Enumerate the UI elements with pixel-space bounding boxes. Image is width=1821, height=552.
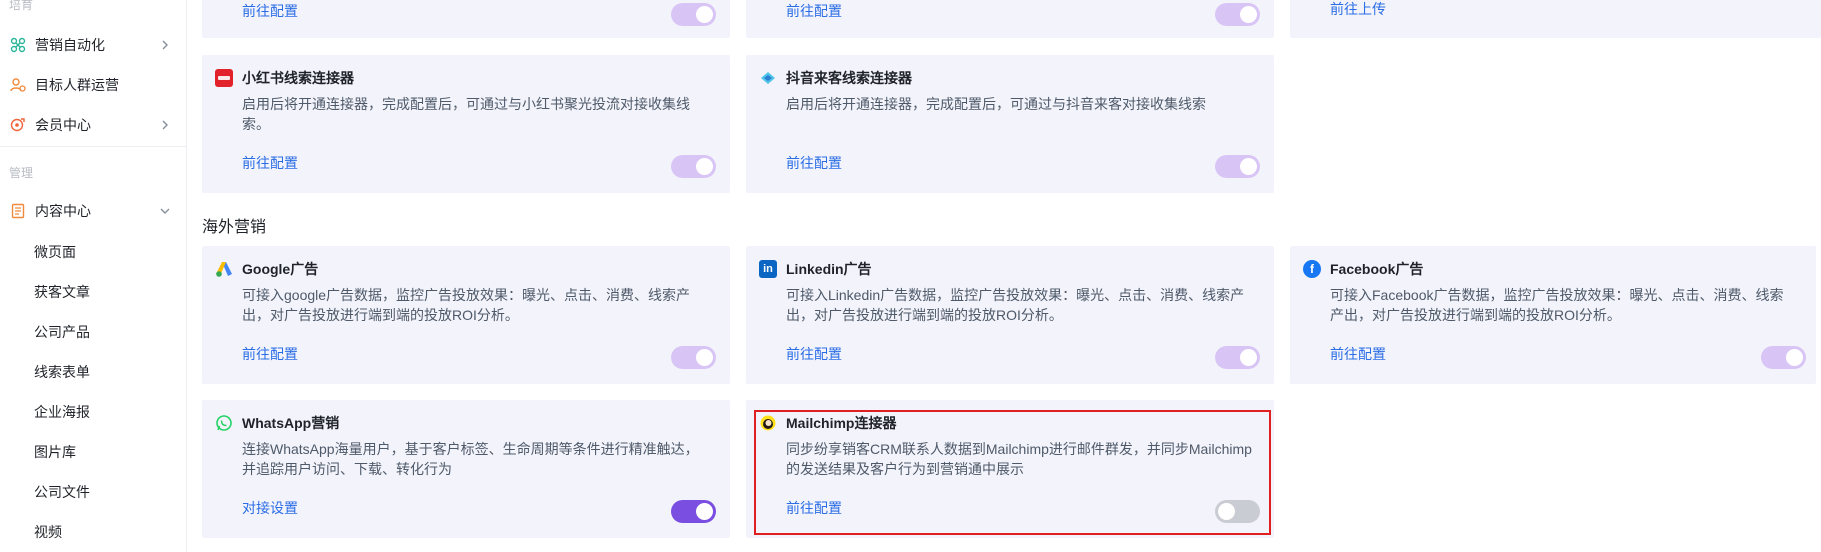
- card-douyin: 抖音来客线索连接器 启用后将开通连接器，完成配置后，可通过与抖音来客对接收集线索…: [746, 55, 1274, 193]
- xiaohongshu-logo-icon: [215, 69, 233, 87]
- linkedin-logo-icon: in: [759, 260, 777, 278]
- sidebar-subitem-image-library[interactable]: 图片库: [34, 442, 76, 462]
- sidebar-subitem-videos[interactable]: 视频: [34, 522, 62, 542]
- chevron-right-icon: [162, 40, 168, 50]
- google-ads-logo-icon: [215, 260, 233, 278]
- sidebar-subitem-lead-forms[interactable]: 线索表单: [34, 362, 90, 382]
- sidebar-subitem-posters[interactable]: 企业海报: [34, 402, 90, 422]
- card-title: Linkedin广告: [786, 261, 872, 277]
- card-title: 小红书线索连接器: [242, 70, 354, 86]
- card-description: 可接入Linkedin广告数据，监控广告投放效果：曝光、点击、消费、线索产出，对…: [786, 287, 1245, 323]
- card-title: Google广告: [242, 261, 319, 277]
- section-title-overseas: 海外营销: [202, 219, 267, 236]
- card-whatsapp: WhatsApp营销 连接WhatsApp海量用户，基于客户标签、生命周期等条件…: [202, 400, 730, 538]
- sidebar-item-label: 目标人群运营: [35, 77, 119, 93]
- chevron-right-icon: [162, 120, 168, 130]
- enable-toggle[interactable]: [1215, 500, 1260, 523]
- card-partial-1: 前往配置: [202, 0, 730, 38]
- card-title: Mailchimp连接器: [786, 415, 897, 431]
- card-title: WhatsApp营销: [242, 415, 340, 431]
- sidebar-group-nurture: 培育: [9, 0, 34, 12]
- sidebar: 培育 营销自动化 目标人群运营 会员中心 管理 内容中心 微页面 获客文章 公司…: [0, 0, 187, 552]
- card-description: 连接WhatsApp海量用户，基于客户标签、生命周期等条件进行精准触达，并追踪用…: [242, 441, 699, 477]
- card-mailchimp: Mailchimp连接器 同步纷享销客CRM联系人数据到Mailchimp进行邮…: [746, 400, 1274, 538]
- enable-toggle[interactable]: [1761, 346, 1806, 369]
- card-title: 抖音来客线索连接器: [786, 70, 912, 86]
- sidebar-subitem-micro-page[interactable]: 微页面: [34, 242, 76, 262]
- sidebar-subitem-articles[interactable]: 获客文章: [34, 282, 90, 302]
- sidebar-item-label: 会员中心: [35, 117, 91, 133]
- sidebar-divider: [0, 146, 186, 147]
- enable-toggle[interactable]: [671, 500, 716, 523]
- configure-link[interactable]: 前往配置: [242, 344, 298, 364]
- document-icon: [10, 203, 26, 219]
- audience-icon: [10, 77, 26, 93]
- mailchimp-logo-icon: [759, 414, 777, 432]
- sidebar-item-marketing-automation[interactable]: 营销自动化: [0, 25, 186, 65]
- card-title: Facebook广告: [1330, 261, 1424, 277]
- configure-link[interactable]: 前往配置: [786, 153, 842, 173]
- sidebar-item-content-center[interactable]: 内容中心: [0, 191, 186, 231]
- whatsapp-logo-icon: [215, 414, 233, 432]
- card-partial-2: 前往配置: [746, 0, 1274, 38]
- sidebar-item-label: 内容中心: [35, 203, 91, 219]
- automation-icon: [10, 37, 26, 53]
- sidebar-group-manage: 管理: [9, 166, 34, 180]
- enable-toggle[interactable]: [1215, 155, 1260, 178]
- enable-toggle[interactable]: [1215, 346, 1260, 369]
- card-description: 启用后将开通连接器，完成配置后，可通过与小红书聚光投流对接收集线索。: [242, 96, 690, 132]
- sidebar-item-label: 营销自动化: [35, 37, 105, 53]
- configure-link[interactable]: 前往配置: [1330, 344, 1386, 364]
- enable-toggle[interactable]: [671, 346, 716, 369]
- card-description: 同步纷享销客CRM联系人数据到Mailchimp进行邮件群发，并同步Mailch…: [786, 441, 1252, 477]
- card-description: 可接入Facebook广告数据，监控广告投放效果：曝光、点击、消费、线索产出，对…: [1330, 287, 1784, 323]
- sidebar-subitem-company-files[interactable]: 公司文件: [34, 482, 90, 502]
- sidebar-subitem-products[interactable]: 公司产品: [34, 322, 90, 342]
- integration-settings-link[interactable]: 对接设置: [242, 498, 298, 518]
- card-xiaohongshu: 小红书线索连接器 启用后将开通连接器，完成配置后，可通过与小红书聚光投流对接收集…: [202, 55, 730, 193]
- configure-link[interactable]: 前往配置: [242, 153, 298, 173]
- sidebar-item-target-audience[interactable]: 目标人群运营: [0, 65, 186, 105]
- facebook-logo-icon: f: [1303, 260, 1321, 278]
- card-linkedin-ads: in Linkedin广告 可接入Linkedin广告数据，监控广告投放效果：曝…: [746, 246, 1274, 384]
- configure-link[interactable]: 前往配置: [786, 498, 842, 518]
- card-facebook-ads: f Facebook广告 可接入Facebook广告数据，监控广告投放效果：曝光…: [1290, 246, 1816, 384]
- enable-toggle[interactable]: [671, 3, 716, 26]
- enable-toggle[interactable]: [1215, 3, 1260, 26]
- douyin-logo-icon: [759, 69, 777, 87]
- enable-toggle[interactable]: [671, 155, 716, 178]
- upload-link[interactable]: 前往上传: [1330, 0, 1386, 19]
- member-icon: [10, 117, 26, 133]
- sidebar-item-member-center[interactable]: 会员中心: [0, 105, 186, 145]
- card-google-ads: Google广告 可接入google广告数据，监控广告投放效果：曝光、点击、消费…: [202, 246, 730, 384]
- configure-link[interactable]: 前往配置: [786, 1, 842, 21]
- configure-link[interactable]: 前往配置: [786, 344, 842, 364]
- chevron-down-icon: [160, 208, 170, 214]
- card-description: 可接入google广告数据，监控广告投放效果：曝光、点击、消费、线索产出，对广告…: [242, 287, 691, 323]
- card-partial-3: 前往上传: [1290, 0, 1821, 38]
- card-description: 启用后将开通连接器，完成配置后，可通过与抖音来客对接收集线索: [786, 96, 1206, 112]
- configure-link[interactable]: 前往配置: [242, 1, 298, 21]
